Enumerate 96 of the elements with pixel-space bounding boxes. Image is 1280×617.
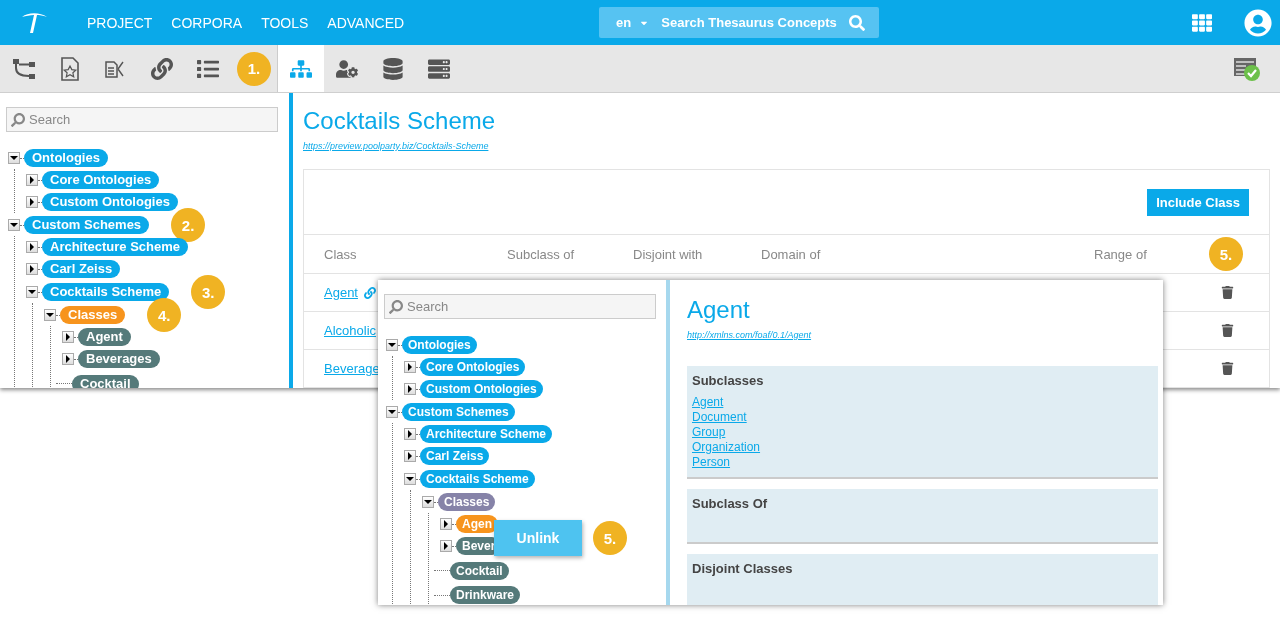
expand-toggle[interactable] [404, 361, 416, 373]
step-marker: 3. [191, 275, 226, 309]
nav-link[interactable]: CORPORA [171, 14, 243, 31]
expand-toggle[interactable] [8, 152, 20, 164]
section-heading: Subclasses [692, 373, 765, 388]
expand-toggle[interactable] [26, 241, 38, 253]
tree-node[interactable]: Ontologies [402, 336, 477, 354]
section-heading: Subclass Of [692, 496, 769, 511]
document-star-icon [58, 56, 82, 81]
expand-toggle[interactable] [404, 428, 416, 440]
uri-link[interactable]: http://xmlns.com/foaf/0.1/Agent [687, 330, 812, 340]
list-icon [197, 57, 219, 80]
class-link[interactable]: Document [692, 410, 747, 425]
tree-node[interactable]: Cocktail [72, 374, 139, 388]
tree-node[interactable]: Cocktails Scheme [42, 283, 170, 301]
tree-node[interactable]: Drinkware [450, 586, 521, 604]
include-class-button[interactable]: Include Class [1147, 188, 1249, 216]
tree-node[interactable]: Cocktail [450, 561, 509, 580]
expand-toggle[interactable] [62, 331, 74, 343]
user-avatar-icon[interactable] [1244, 8, 1272, 37]
class-link[interactable]: Alcoholic [324, 323, 377, 338]
search-icon [11, 112, 25, 127]
tree-node[interactable]: Beverages [78, 350, 160, 368]
tree-node[interactable]: Custom Schemes [24, 216, 150, 234]
class-title: Agent [687, 296, 751, 324]
expand-toggle[interactable] [404, 383, 416, 395]
expand-toggle[interactable] [26, 286, 38, 298]
list-check-icon[interactable] [1233, 55, 1261, 82]
delete-icon[interactable] [1221, 286, 1234, 299]
expand-toggle[interactable] [440, 518, 452, 530]
delete-icon[interactable] [1221, 324, 1234, 337]
step-marker: 1. [237, 51, 271, 86]
unlink-context-menu[interactable]: Unlink [494, 520, 582, 556]
class-link[interactable]: Beverage [324, 361, 380, 376]
search-field[interactable]: Search [384, 294, 656, 319]
nav-link[interactable]: ADVANCED [327, 14, 405, 31]
expand-toggle[interactable] [404, 473, 416, 485]
expand-toggle[interactable] [404, 450, 416, 462]
step-marker: 5. [593, 521, 627, 555]
database-icon [382, 57, 404, 80]
tree-node[interactable]: Architecture Scheme [42, 238, 189, 256]
concept-search-field[interactable]: en Search Thesaurus Concepts [599, 7, 880, 38]
expand-toggle[interactable] [26, 174, 38, 186]
tree-node[interactable]: Agent [78, 328, 131, 346]
tree-node[interactable]: Cocktails Scheme [420, 470, 535, 488]
link-icon [151, 57, 173, 80]
tree-node[interactable]: Core Ontologies [42, 171, 160, 189]
class-link[interactable]: Agent [324, 285, 358, 300]
tree-node[interactable]: Core Ontologies [420, 358, 526, 376]
step-marker: 4. [147, 298, 182, 332]
class-link[interactable]: Organization [692, 440, 761, 455]
tree-node[interactable]: Agen [456, 515, 498, 533]
expand-toggle[interactable] [62, 353, 74, 365]
expand-toggle[interactable] [422, 496, 434, 508]
server-icon [428, 57, 450, 80]
search-icon [389, 299, 403, 314]
class-link[interactable]: Person [692, 455, 731, 470]
toolbar-tab[interactable] [277, 45, 324, 92]
column-header: Domain of [761, 246, 822, 262]
delete-icon[interactable] [1221, 362, 1234, 375]
expand-toggle[interactable] [386, 406, 398, 418]
tree-node[interactable]: Custom Schemes [402, 403, 515, 421]
hierarchy-icon [290, 57, 312, 80]
nav-link[interactable]: PROJECT [87, 14, 153, 31]
section-heading: Disjoint Classes [692, 561, 794, 576]
expand-toggle[interactable] [440, 540, 452, 552]
tree-node[interactable]: Classes [438, 493, 496, 511]
class-link[interactable]: Group [692, 425, 726, 440]
expand-toggle[interactable] [44, 309, 56, 321]
column-header: Class [324, 246, 358, 262]
column-header: Range of [1094, 246, 1148, 262]
branch-icon [12, 56, 36, 81]
expand-toggle[interactable] [26, 196, 38, 208]
tree-node[interactable]: Custom Ontologies [42, 193, 178, 211]
tree-node[interactable]: Classes [60, 306, 126, 324]
uri-link[interactable]: https://preview.poolparty.biz/Cocktails-Scheme [303, 141, 489, 151]
column-header: Subclass of [507, 246, 576, 262]
expand-toggle[interactable] [8, 219, 20, 231]
tree-node[interactable]: Architecture Scheme [420, 425, 553, 443]
step-marker: 5. [1209, 237, 1243, 271]
tree-node[interactable]: Carl Zeiss [420, 447, 490, 465]
tree-node[interactable]: Custom Ontologies [420, 380, 543, 398]
tree-node[interactable]: Ontologies [24, 149, 108, 167]
column-header: Disjoint with [633, 246, 704, 262]
apps-grid-icon[interactable] [1192, 12, 1212, 33]
link-icon [364, 286, 376, 299]
search-field[interactable]: Search [6, 107, 278, 132]
tree-node[interactable]: Carl Zeiss [42, 260, 121, 278]
page-title: Cocktails Scheme [303, 107, 497, 135]
expand-toggle[interactable] [386, 339, 398, 351]
class-link[interactable]: Agent [692, 395, 724, 410]
user-gear-icon [336, 57, 358, 80]
nav-link[interactable]: TOOLS [261, 14, 309, 31]
expand-toggle[interactable] [26, 263, 38, 275]
language-select[interactable]: en [616, 15, 632, 30]
step-marker: 2. [171, 208, 206, 242]
